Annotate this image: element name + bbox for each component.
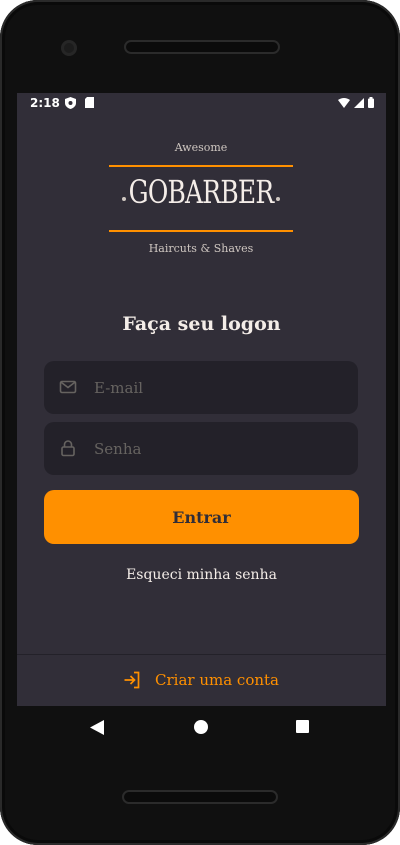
footer-bar: Criar uma conta: [17, 654, 386, 706]
forgot-password-link[interactable]: Esqueci minha senha: [17, 567, 386, 583]
home-circle-icon[interactable]: [194, 720, 208, 734]
email-field[interactable]: [44, 361, 358, 414]
create-account-link[interactable]: Criar uma conta: [123, 671, 279, 689]
android-nav-bar: [17, 706, 386, 750]
page-title: Faça seu logon: [122, 313, 281, 335]
battery-icon: [368, 97, 374, 108]
signal-icon: [354, 97, 364, 108]
create-account-label: Criar uma conta: [155, 671, 279, 689]
logo-top-text: Awesome: [174, 141, 228, 154]
logo-brand: GOBARBER: [128, 173, 274, 211]
mail-icon: [59, 380, 77, 394]
wifi-icon: [338, 97, 350, 108]
back-triangle-icon[interactable]: [90, 720, 104, 735]
login-button[interactable]: Entrar: [44, 490, 359, 544]
password-field[interactable]: [44, 422, 358, 475]
status-time: 2:18: [30, 96, 60, 110]
logo-dot-right: [276, 197, 280, 201]
status-bar: 2:18: [17, 93, 386, 113]
logo-tagline: Haircuts & Shaves: [148, 242, 254, 255]
front-camera: [61, 40, 77, 56]
logo-divider-bottom: [109, 230, 293, 232]
recent-apps-square-icon[interactable]: [296, 720, 309, 733]
top-speaker: [126, 42, 278, 52]
app-screen: 2:18 Awesome GOBARBER Haircuts & Shaves …: [17, 93, 386, 706]
password-input[interactable]: [94, 422, 344, 475]
logo-dot-left: [122, 197, 126, 201]
email-input[interactable]: [94, 361, 344, 414]
bottom-speaker: [124, 792, 276, 802]
logo-divider-top: [109, 165, 293, 167]
status-indicators: [338, 97, 374, 108]
gobarber-logo: Awesome GOBARBER Haircuts & Shaves: [108, 141, 294, 259]
shield-icon: [65, 97, 76, 109]
lock-icon: [61, 440, 75, 457]
sd-card-icon: [85, 97, 94, 108]
log-in-icon: [124, 671, 140, 689]
